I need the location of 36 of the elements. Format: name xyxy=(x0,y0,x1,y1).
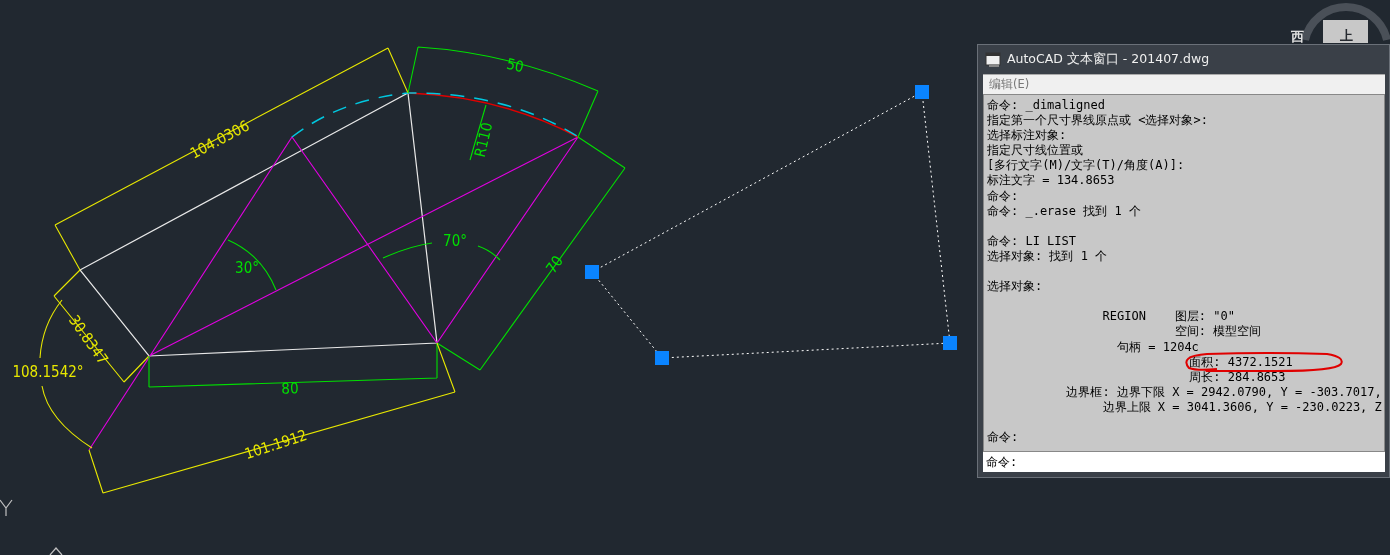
history-line: 选择对象: xyxy=(987,279,1043,294)
history-line: 命令: xyxy=(987,430,1019,445)
grip-handle[interactable] xyxy=(915,85,929,99)
dimension-text: 70° xyxy=(443,231,467,250)
history-line: 周长: 284.8653 xyxy=(1189,369,1286,384)
history-line: 指定尺寸线位置或 xyxy=(987,143,1083,158)
viewcube-label: 西 xyxy=(1290,29,1304,44)
dimension-text: 80 xyxy=(281,379,299,398)
history-line: 命令: LI LIST xyxy=(987,233,1077,248)
history-line: 选择标注对象: xyxy=(987,128,1067,143)
dimension-text: 50 xyxy=(504,54,526,77)
window-title: AutoCAD 文本窗口 - 201407.dwg xyxy=(1007,51,1210,68)
history-line: 句柄 = 1204c xyxy=(1117,339,1199,354)
command-input[interactable]: 命令: xyxy=(983,452,1385,472)
history-line: 命令: _dimaligned xyxy=(987,98,1105,112)
grip-handle[interactable] xyxy=(585,265,599,279)
history-line: 选择对象: 找到 1 个 xyxy=(987,248,1108,263)
history-line: 空间: 模型空间 xyxy=(1174,324,1262,339)
history-line: 面积: 4372.1521 xyxy=(1189,354,1293,369)
viewcube-label: 上 xyxy=(1339,28,1353,43)
terminal-icon xyxy=(985,51,1001,68)
history-line: 边界框: 边界下限 X = 2942.0790, Y = -303.7017, xyxy=(1066,384,1382,399)
history-line: 指定第一个尺寸界线原点或 <选择对象>: xyxy=(987,113,1208,128)
history-line: REGION 图层: "0" xyxy=(1102,309,1235,324)
grip-handle[interactable] xyxy=(943,336,957,350)
dimension-text: 30° xyxy=(235,258,259,277)
history-line: 命令: _.erase 找到 1 个 xyxy=(987,203,1141,218)
history-line: [多行文字(M)/文字(T)/角度(A)]: xyxy=(987,158,1185,173)
ucs-icon xyxy=(0,499,63,555)
history-line: 标注文字 = 134.8653 xyxy=(987,173,1115,188)
dimension-text: 108.1542° xyxy=(12,362,84,381)
history-line: 命令: xyxy=(987,188,1019,203)
grip-handle[interactable] xyxy=(655,351,669,365)
history-line: 边界上限 X = 3041.3606, Y = -230.0223, Z xyxy=(1102,399,1382,414)
dimension-text: R110 xyxy=(470,120,497,160)
dimension-text: 70 xyxy=(542,252,567,277)
